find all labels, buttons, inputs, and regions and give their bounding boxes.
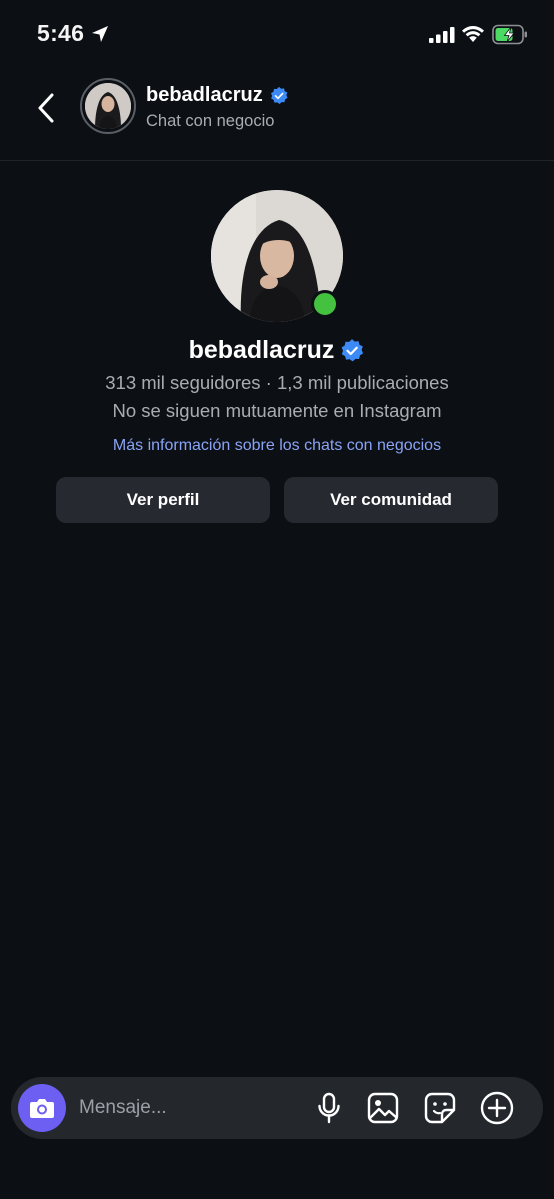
wifi-icon [462, 26, 484, 42]
location-arrow-icon [92, 26, 108, 42]
message-composer [11, 1077, 543, 1139]
camera-icon [30, 1099, 54, 1118]
cellular-signal-icon [429, 27, 455, 43]
verified-badge-icon [270, 86, 288, 104]
view-community-button[interactable]: Ver comunidad [284, 477, 498, 523]
profile-title: bebadlacruz [0, 336, 554, 365]
profile-username: bebadlacruz [188, 336, 335, 364]
header-title[interactable]: bebadlacruz [146, 84, 289, 107]
gallery-button[interactable] [365, 1090, 401, 1126]
voice-message-button[interactable] [311, 1090, 347, 1126]
chevron-left-icon [38, 93, 54, 123]
profile-stats: 313 mil seguidores · 1,3 mil publicacion… [105, 372, 449, 393]
more-options-button[interactable] [479, 1090, 515, 1126]
header-avatar[interactable] [80, 78, 136, 134]
image-icon [367, 1092, 399, 1124]
battery-charging-icon [492, 24, 527, 45]
header-subtitle: Chat con negocio [146, 112, 275, 130]
status-bar: 5:46 [0, 0, 554, 72]
microphone-icon [318, 1092, 340, 1124]
chat-header: bebadlacruz Chat con negocio [0, 72, 554, 161]
back-button[interactable] [30, 88, 62, 128]
camera-button[interactable] [18, 1084, 66, 1132]
message-input[interactable] [79, 1095, 299, 1121]
online-status-dot [311, 290, 339, 318]
verified-badge-icon [342, 338, 364, 361]
header-username: bebadlacruz [146, 84, 263, 106]
plus-circle-icon [480, 1091, 514, 1125]
avatar-photo [85, 83, 131, 129]
business-chat-info-link[interactable]: Más información sobre los chats con nego… [0, 437, 554, 455]
chat-screen: 5:46 bebadlacruz Chat con negocio bebadl… [0, 0, 554, 1199]
view-profile-button[interactable]: Ver perfil [56, 477, 270, 523]
status-time: 5:46 [37, 20, 85, 46]
sticker-button[interactable] [422, 1090, 458, 1126]
mutual-follow-status: No se siguen mutuamente en Instagram [112, 400, 442, 421]
sticker-icon [424, 1092, 456, 1124]
